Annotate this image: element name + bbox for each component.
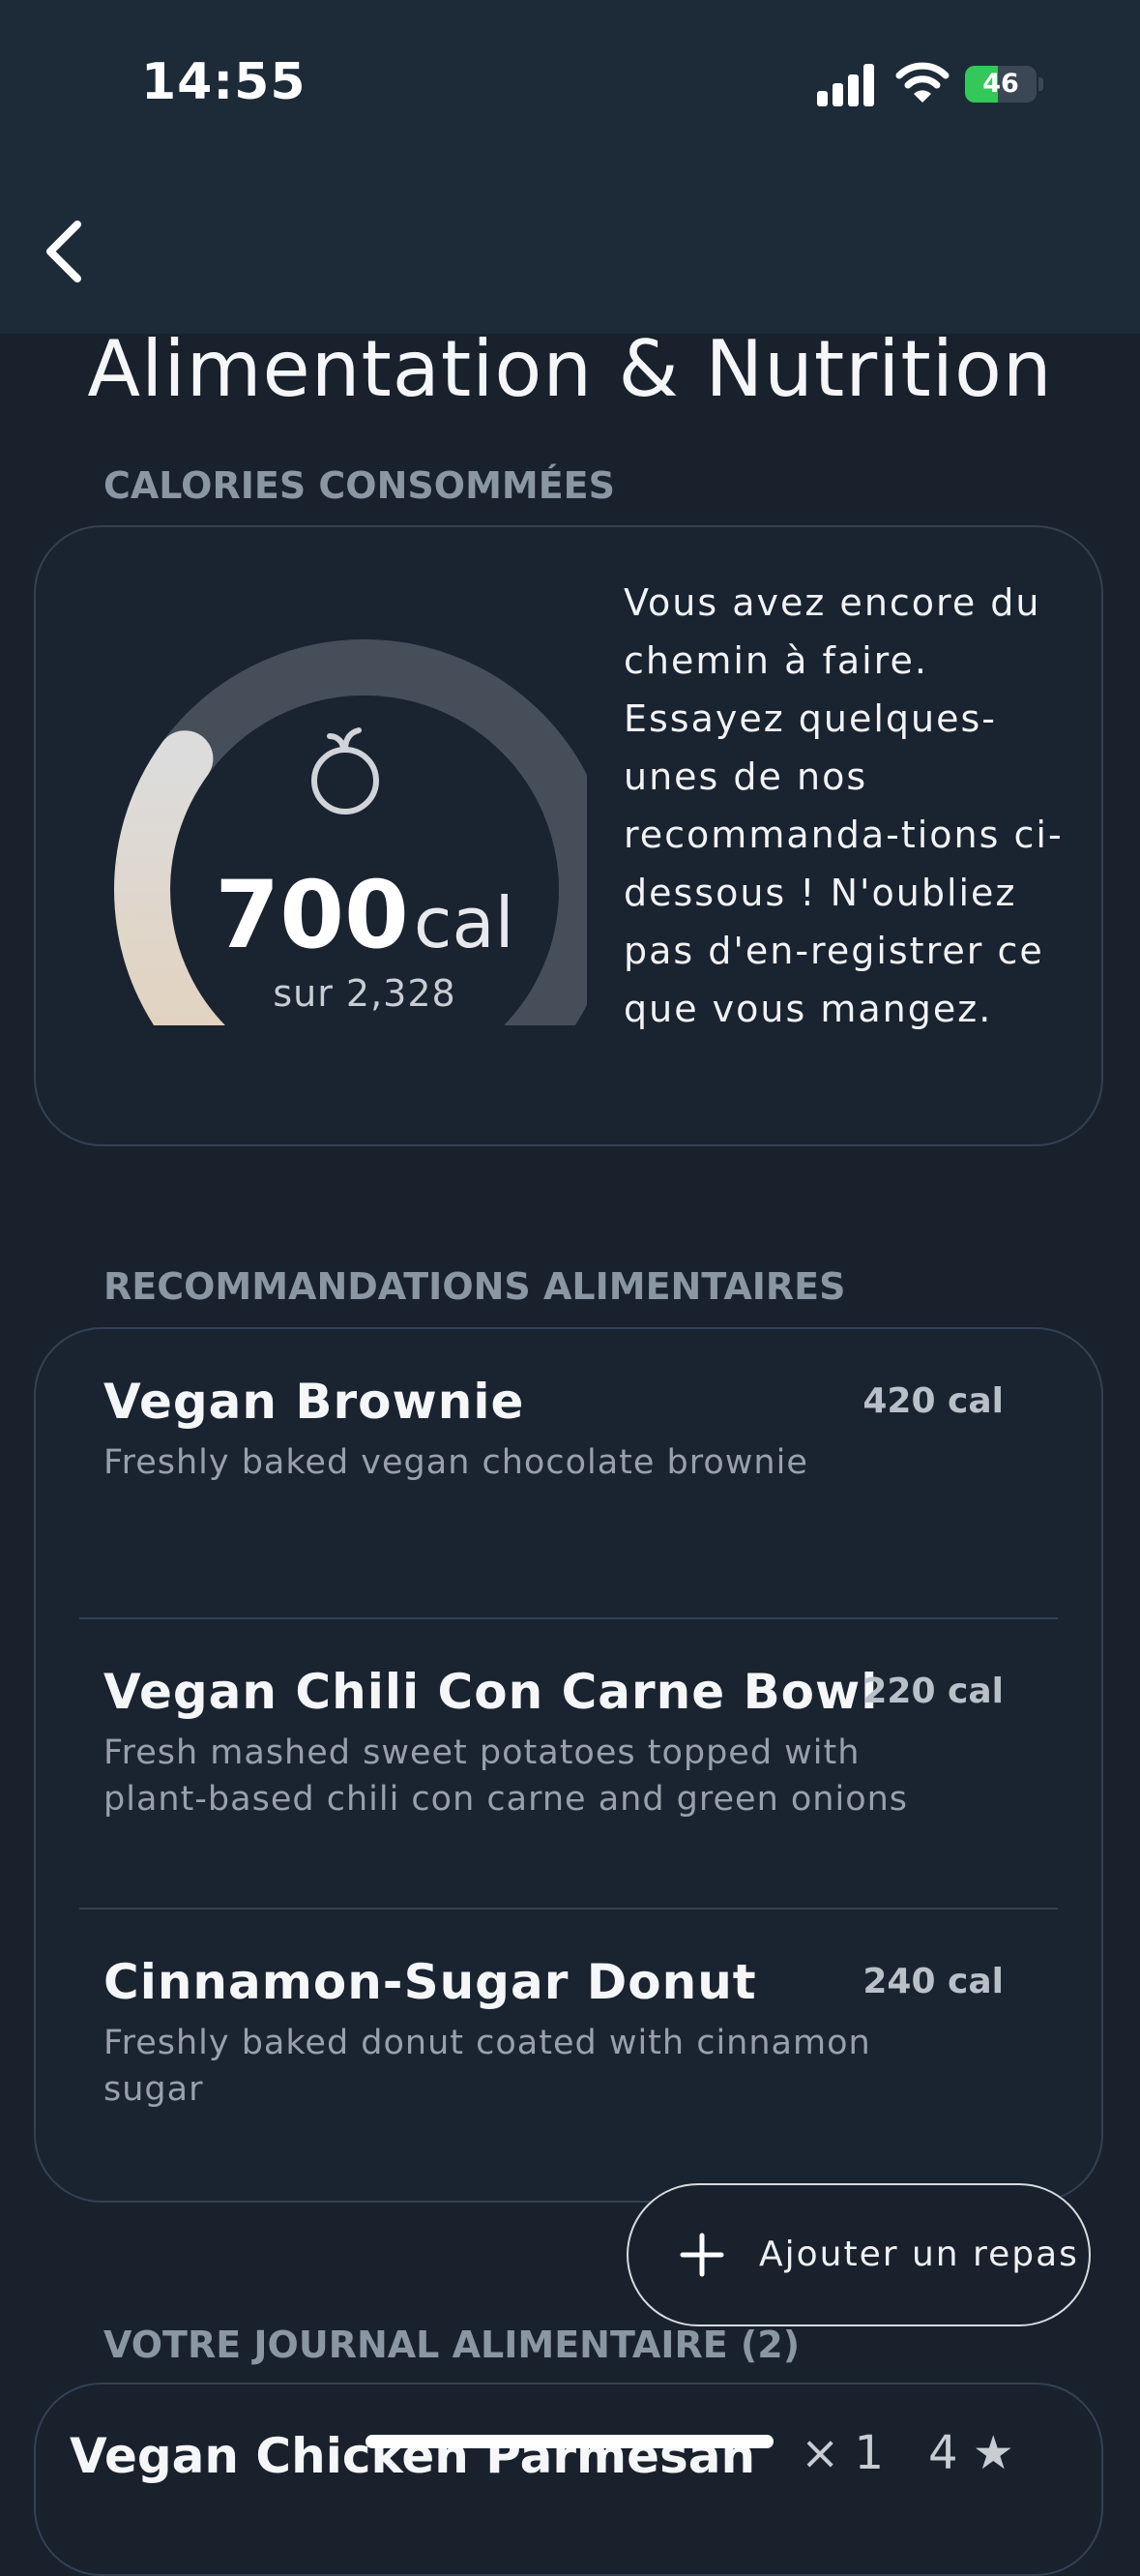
wifi-icon: [895, 62, 950, 103]
recommendation-description: Fresh mashed sweet potatoes topped with …: [103, 1733, 909, 1819]
calories-section-label: CALORIES CONSOMMÉES: [103, 464, 615, 507]
top-header: [0, 0, 1140, 334]
home-indicator[interactable]: [365, 2435, 774, 2448]
calories-consumed: 700 cal: [36, 861, 693, 969]
recommendation-item[interactable]: Vegan Chili Con Carne Bowl 220 cal Fresh…: [73, 1625, 1035, 1906]
recommendation-description: Freshly baked donut coated with cinnamon…: [103, 2024, 871, 2109]
recommendation-item[interactable]: Cinnamon-Sugar Donut 240 cal Freshly bak…: [73, 1915, 1035, 2196]
divider: [79, 1617, 1058, 1619]
calories-goal: sur 2,328: [273, 972, 456, 1015]
calories-advice: Vous avez encore du chemin à faire. Essa…: [624, 581, 1064, 1030]
cellular-signal-icon: [817, 60, 875, 106]
page-title: Alimentation & Nutrition: [87, 324, 1053, 414]
recommendation-description: Freshly baked vegan chocolate brownie: [103, 1443, 808, 1482]
recommendation-name: Vegan Chili Con Carne Bowl: [103, 1664, 879, 1720]
calories-unit: cal: [413, 882, 514, 963]
recommendation-calories: 240 cal: [862, 1962, 1004, 2001]
recommendation-name: Vegan Brownie: [103, 1374, 525, 1430]
calories-number: 700: [215, 861, 409, 969]
recommendation-name: Cinnamon-Sugar Donut: [103, 1954, 757, 2010]
back-chevron-icon[interactable]: [37, 213, 95, 290]
plus-icon: [680, 2233, 724, 2277]
status-time: 14:55: [141, 53, 307, 111]
recommendation-calories: 220 cal: [862, 1672, 1004, 1711]
calories-card: 700 cal sur 2,328 Vous avez encore du ch…: [34, 525, 1103, 1146]
add-meal-label: Ajouter un repas: [759, 2235, 1079, 2274]
battery-icon: 46: [965, 66, 1043, 103]
add-meal-button[interactable]: Ajouter un repas: [627, 2183, 1091, 2326]
recommendation-item[interactable]: Vegan Brownie 420 cal Freshly baked vega…: [73, 1335, 1035, 1615]
recommendation-calories: 420 cal: [862, 1381, 1004, 1421]
divider: [79, 1908, 1058, 1910]
battery-level: 46: [982, 69, 1019, 99]
apple-icon: [311, 727, 379, 814]
recommendations-section-label: RECOMMANDATIONS ALIMENTAIRES: [103, 1265, 846, 1308]
journal-section-label: VOTRE JOURNAL ALIMENTAIRE (2): [103, 2324, 801, 2366]
